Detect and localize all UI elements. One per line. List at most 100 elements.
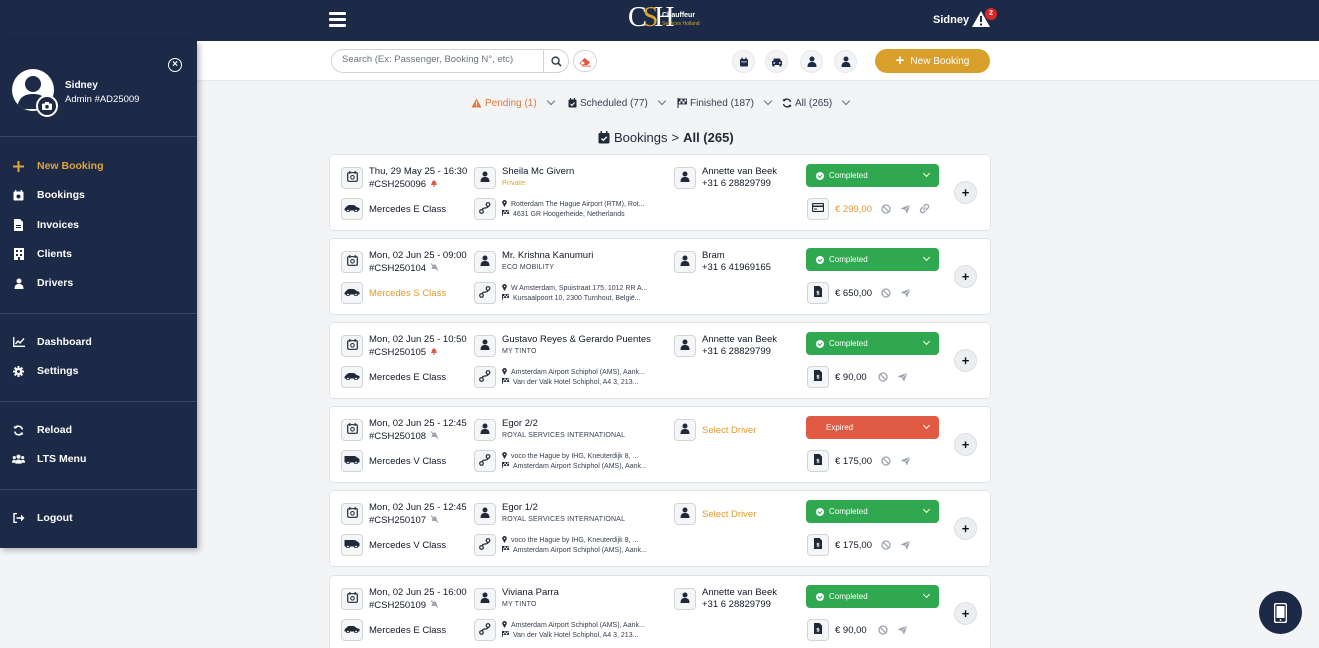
tab-all[interactable]: All (265): [782, 96, 851, 110]
sidebar-item-logout[interactable]: Logout: [12, 510, 73, 526]
clients-button[interactable]: [834, 50, 857, 73]
tab-finished[interactable]: Finished (187): [677, 96, 773, 110]
booking-details-button[interactable]: [341, 588, 363, 610]
sidebar-item-invoices[interactable]: Invoices: [12, 217, 79, 233]
payment-button[interactable]: $: [807, 534, 829, 556]
select-driver-link[interactable]: Select Driver: [702, 509, 756, 520]
clear-search-button[interactable]: [573, 50, 597, 72]
logo[interactable]: CSH Chauffeur Services Holland: [626, 2, 702, 38]
bell-icon[interactable]: [430, 347, 438, 358]
bell-slash-icon[interactable]: [430, 515, 439, 526]
vehicle-button[interactable]: [341, 450, 363, 472]
top-user-name[interactable]: Sidney: [933, 14, 969, 26]
cancel-booking-icon[interactable]: [877, 624, 888, 635]
sidebar-item-bookings[interactable]: Bookings: [12, 187, 85, 203]
booking-card[interactable]: Mon, 02 Jun 25 - 12:45 #CSH250108 Mercedes…: [329, 406, 991, 483]
booking-details-button[interactable]: [341, 251, 363, 273]
passenger-button[interactable]: [474, 167, 496, 189]
status-dropdown[interactable]: Completed: [806, 332, 939, 355]
bell-icon[interactable]: [430, 179, 438, 190]
booking-card[interactable]: Mon, 02 Jun 25 - 09:00 #CSH250104 Mercedes…: [329, 238, 991, 315]
expand-booking-button[interactable]: +: [954, 349, 977, 372]
booking-card[interactable]: Mon, 02 Jun 25 - 16:00 #CSH250109 Mercedes…: [329, 575, 991, 648]
expand-booking-button[interactable]: +: [954, 602, 977, 625]
sidebar-item-dashboard[interactable]: Dashboard: [12, 334, 92, 350]
change-photo-button[interactable]: [36, 95, 58, 117]
vehicle-button[interactable]: [341, 366, 363, 388]
driver-button[interactable]: [674, 167, 696, 189]
send-icon[interactable]: [900, 287, 911, 298]
route-button[interactable]: [474, 450, 496, 472]
driver-button[interactable]: [674, 588, 696, 610]
cancel-booking-icon[interactable]: [880, 287, 891, 298]
status-dropdown[interactable]: Completed: [806, 500, 939, 523]
booking-card[interactable]: Thu, 29 May 25 - 16:30 #CSH250096 Mercedes…: [329, 154, 991, 231]
send-icon[interactable]: [900, 203, 911, 214]
payment-button[interactable]: $: [807, 450, 829, 472]
sidebar-item-settings[interactable]: Settings: [12, 363, 78, 379]
search-button[interactable]: [543, 49, 568, 73]
send-icon[interactable]: [900, 539, 911, 550]
route-button[interactable]: [474, 366, 496, 388]
booking-details-button[interactable]: [341, 503, 363, 525]
drivers-button[interactable]: [800, 50, 823, 73]
breadcrumb-root[interactable]: Bookings: [614, 130, 667, 145]
new-booking-button[interactable]: + New Booking: [875, 49, 990, 73]
vehicle-button[interactable]: [341, 198, 363, 220]
payment-button[interactable]: $: [807, 366, 829, 388]
sidebar-item-drivers[interactable]: Drivers: [12, 275, 73, 291]
booking-details-button[interactable]: [341, 167, 363, 189]
select-driver-link[interactable]: Select Driver: [702, 425, 756, 436]
sidebar-item-lts-menu[interactable]: LTS Menu: [12, 451, 86, 467]
search-input[interactable]: [342, 54, 542, 65]
route-button[interactable]: [474, 534, 496, 556]
sidebar-item-new-booking[interactable]: New Booking: [12, 158, 104, 174]
link-icon[interactable]: [919, 203, 930, 214]
expand-booking-button[interactable]: +: [954, 433, 977, 456]
booking-card[interactable]: Mon, 02 Jun 25 - 12:45 #CSH250107 Mercedes…: [329, 490, 991, 567]
send-icon[interactable]: [900, 455, 911, 466]
passenger-button[interactable]: [474, 251, 496, 273]
cancel-booking-icon[interactable]: [880, 455, 891, 466]
expand-booking-button[interactable]: +: [954, 517, 977, 540]
driver-button[interactable]: [674, 251, 696, 273]
driver-button[interactable]: [674, 419, 696, 441]
driver-button[interactable]: [674, 335, 696, 357]
vehicle-button[interactable]: [341, 282, 363, 304]
sidebar-item-reload[interactable]: Reload: [12, 422, 72, 438]
payment-button[interactable]: [807, 198, 829, 220]
route-button[interactable]: [474, 198, 496, 220]
calendar-filter-button[interactable]: [732, 50, 755, 73]
booking-details-button[interactable]: [341, 419, 363, 441]
tab-pending[interactable]: Pending (1): [471, 96, 555, 110]
booking-card[interactable]: Mon, 02 Jun 25 - 10:50 #CSH250105 Mercedes…: [329, 322, 991, 399]
driver-button[interactable]: [674, 503, 696, 525]
bell-slash-icon[interactable]: [430, 263, 439, 274]
payment-button[interactable]: $: [807, 282, 829, 304]
close-sidebar-icon[interactable]: ×: [168, 58, 182, 72]
bell-slash-icon[interactable]: [430, 600, 439, 611]
status-dropdown[interactable]: Expired: [806, 416, 939, 439]
passenger-button[interactable]: [474, 588, 496, 610]
sidebar-item-clients[interactable]: Clients: [12, 246, 72, 262]
bell-slash-icon[interactable]: [430, 431, 439, 442]
vehicle-button[interactable]: [341, 619, 363, 641]
status-dropdown[interactable]: Completed: [806, 585, 939, 608]
expand-booking-button[interactable]: +: [954, 181, 977, 204]
passenger-button[interactable]: [474, 503, 496, 525]
status-dropdown[interactable]: Completed: [806, 164, 939, 187]
send-icon[interactable]: [897, 371, 908, 382]
route-button[interactable]: [474, 282, 496, 304]
payment-button[interactable]: $: [807, 619, 829, 641]
status-dropdown[interactable]: Completed: [806, 248, 939, 271]
cancel-booking-icon[interactable]: [880, 539, 891, 550]
passenger-button[interactable]: [474, 419, 496, 441]
mobile-app-button[interactable]: [1259, 591, 1302, 634]
hamburger-menu-icon[interactable]: [329, 12, 346, 28]
vehicle-button[interactable]: [341, 534, 363, 556]
send-icon[interactable]: [897, 624, 908, 635]
booking-details-button[interactable]: [341, 335, 363, 357]
cancel-booking-icon[interactable]: [880, 203, 891, 214]
expand-booking-button[interactable]: +: [954, 265, 977, 288]
route-button[interactable]: [474, 619, 496, 641]
